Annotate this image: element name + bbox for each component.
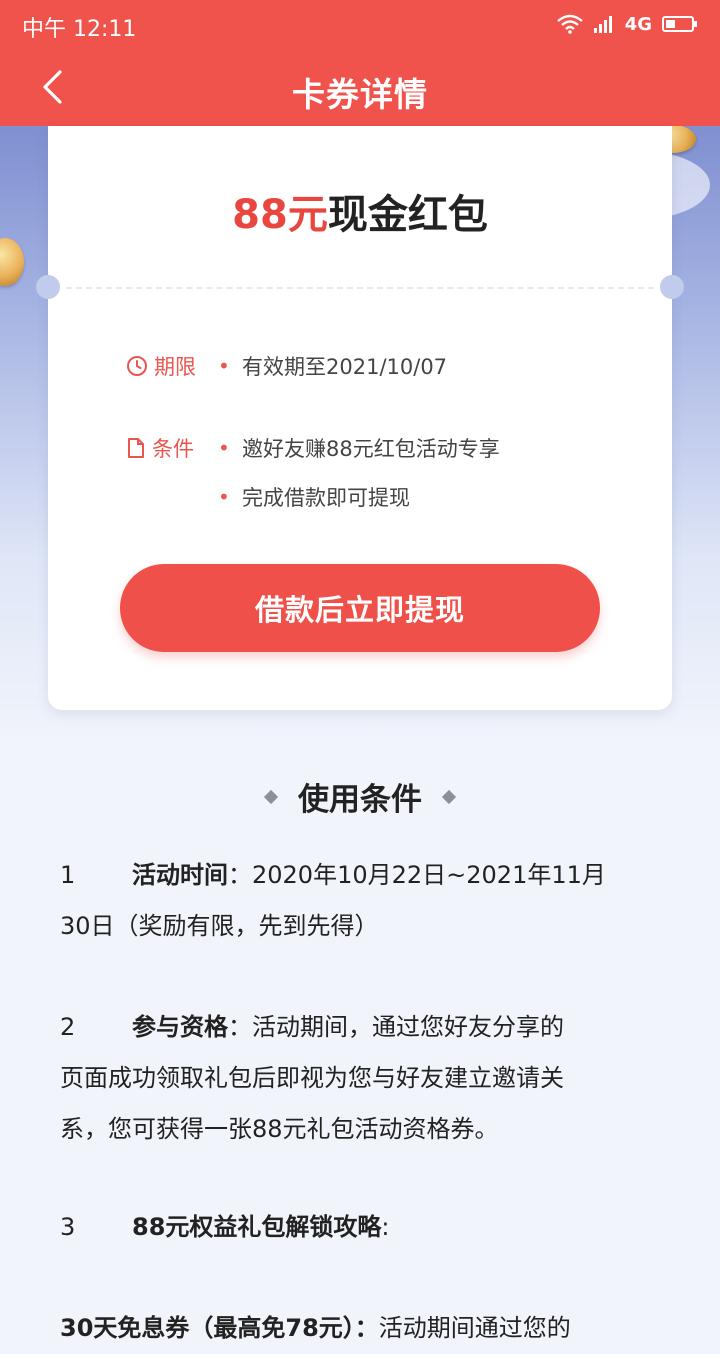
clock-icon xyxy=(127,356,147,376)
status-time: 中午 12:11 xyxy=(22,17,137,42)
usage-heading-text: 使用条件 xyxy=(298,782,422,818)
validity-row: 期限 • 有效期至2021/10/07 xyxy=(126,350,447,382)
bonus-heading: 30天免息券（最高免78元）： xyxy=(60,1314,379,1342)
bullet: • xyxy=(218,354,230,378)
validity-label: 期限 xyxy=(126,351,218,381)
status-bar: 中午 12:11 4G xyxy=(0,0,720,50)
condition-label: 条件 xyxy=(126,433,218,463)
term-text: 页面成功领取礼包后即视为您与好友建立邀请关 xyxy=(60,1064,564,1092)
coupon-card: 88元现金红包 期限 • 有效期至2021/10/07 条件 • 邀好友赚88元… xyxy=(36,126,684,710)
term-text: ：活动期间，通过您好友分享的 xyxy=(228,1013,564,1041)
page-title: 卡券详情 xyxy=(292,75,428,114)
coupon-name: 现金红包 xyxy=(327,192,488,238)
term-number: 2 xyxy=(60,1013,76,1041)
bonus-text: 活动期间通过您的 xyxy=(378,1314,571,1342)
diamond-icon xyxy=(263,789,279,804)
coupon-amount: 88元 xyxy=(232,192,328,238)
validity-label-text: 期限 xyxy=(154,355,196,379)
condition-row: 条件 • 邀好友赚88元红包活动专享 xyxy=(126,432,500,464)
coupon-title: 88元现金红包 xyxy=(48,182,672,240)
nav-bar: 卡券详情 xyxy=(0,50,720,126)
bullet: • xyxy=(218,436,230,460)
ticket-divider xyxy=(66,287,654,289)
wifi-icon xyxy=(556,14,583,34)
term-heading: 88元权益礼包解锁攻略 xyxy=(132,1213,382,1241)
term-item: 2 参与资格：活动期间，通过您好友分享的 页面成功领取礼包后即视为您与好友建立邀请… xyxy=(60,1002,670,1155)
network-type: 4G xyxy=(624,13,652,35)
diamond-icon xyxy=(441,789,457,804)
term-number: 3 xyxy=(60,1213,76,1241)
condition-item: 邀好友赚88元红包活动专享 xyxy=(242,437,500,461)
term-text: 系，您可获得一张88元礼包活动资格券。 xyxy=(60,1115,499,1143)
ticket-notch-left xyxy=(36,275,60,299)
bonus-term: 30天免息券（最高免78元）：活动期间通过您的 xyxy=(60,1303,670,1354)
term-item: 1 活动时间：2020年10月22日~2021年11月 30日（奖励有限，先到先得… xyxy=(60,850,670,952)
withdraw-button[interactable]: 借款后立即提现 xyxy=(120,564,600,652)
condition-item: 完成借款即可提现 xyxy=(242,486,410,510)
signal-icon xyxy=(593,16,612,33)
status-icons: 4G xyxy=(556,10,698,38)
term-heading: 活动时间 xyxy=(132,861,228,889)
battery-icon xyxy=(662,16,697,32)
term-number: 1 xyxy=(60,861,76,889)
document-icon xyxy=(128,438,144,458)
term-text: 30日（奖励有限，先到先得） xyxy=(60,912,379,940)
term-item: 3 88元权益礼包解锁攻略: xyxy=(60,1202,670,1253)
condition-label-text: 条件 xyxy=(152,437,194,461)
condition-row: • 完成借款即可提现 xyxy=(218,481,410,513)
ticket-notch-right xyxy=(660,275,684,299)
bullet: • xyxy=(218,485,230,509)
term-text: : xyxy=(381,1213,390,1241)
term-text: ：2020年10月22日~2021年11月 xyxy=(228,861,606,889)
validity-value: 有效期至2021/10/07 xyxy=(242,355,448,379)
term-heading: 参与资格 xyxy=(132,1013,228,1041)
usage-heading: 使用条件 xyxy=(0,774,720,819)
